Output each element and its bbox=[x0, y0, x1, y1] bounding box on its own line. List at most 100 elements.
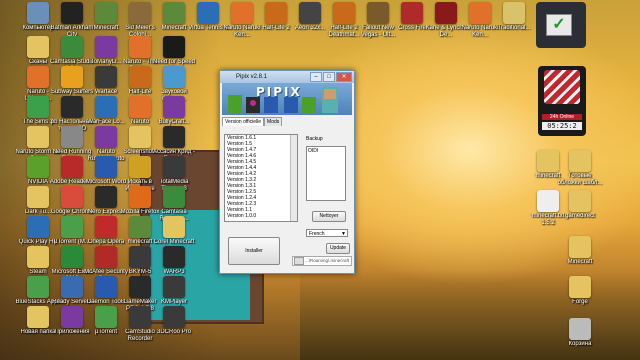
app-icon bbox=[27, 126, 49, 148]
app-icon bbox=[129, 156, 151, 178]
desktop-icon[interactable]: Готовые обложки шабл... bbox=[557, 150, 603, 187]
close-button[interactable]: ✕ bbox=[336, 72, 352, 82]
folder-icon bbox=[537, 190, 559, 212]
maximize-button[interactable]: □ bbox=[323, 72, 335, 82]
tab-official-version[interactable]: Version officielle bbox=[222, 117, 265, 126]
update-button[interactable]: Update bbox=[326, 243, 350, 254]
app-icon bbox=[95, 156, 117, 178]
version-list-item[interactable]: Version 1.0.0 bbox=[225, 213, 297, 219]
clock-gadget[interactable]: 24h Online 05:25:2 bbox=[538, 66, 586, 136]
tab-bar: Version officielle Mods bbox=[222, 117, 352, 126]
desktop-icon-label: Готовые обложки шабл... bbox=[557, 173, 603, 186]
minecraft-path-value: ...\Roaming\.minecraft bbox=[305, 258, 350, 264]
app-icon bbox=[27, 2, 49, 24]
desktop-icon[interactable]: WARP3 bbox=[151, 246, 197, 276]
app-icon bbox=[129, 246, 151, 268]
desktop-icon-label: Forge bbox=[572, 299, 588, 305]
folder-icon bbox=[569, 276, 591, 298]
app-icon bbox=[61, 246, 83, 268]
desktop-icon[interactable]: 3DCRoo Pro bbox=[151, 306, 197, 336]
desktop-icon[interactable]: KMPlayer bbox=[151, 276, 197, 306]
app-icon bbox=[27, 186, 49, 208]
app-icon bbox=[61, 216, 83, 238]
app-icon bbox=[163, 216, 185, 238]
app-icon bbox=[129, 306, 151, 328]
browse-folder-icon[interactable] bbox=[294, 257, 304, 265]
app-icon bbox=[27, 216, 49, 238]
app-icon bbox=[95, 96, 117, 118]
clock-face-icon bbox=[544, 70, 580, 104]
app-icon bbox=[61, 186, 83, 208]
minecraft-path-field[interactable]: ...\Roaming\.minecraft bbox=[292, 256, 352, 266]
app-icon bbox=[61, 96, 83, 118]
app-icon bbox=[95, 126, 117, 148]
app-icon bbox=[129, 36, 151, 58]
app-icon bbox=[27, 66, 49, 88]
desktop-icon-label: 3DCRoo Pro bbox=[156, 329, 191, 335]
app-icon bbox=[61, 126, 83, 148]
app-icon bbox=[129, 96, 151, 118]
language-select[interactable]: French ▼ bbox=[306, 229, 348, 237]
app-icon bbox=[129, 216, 151, 238]
app-icon bbox=[27, 276, 49, 298]
app-icon bbox=[163, 126, 185, 148]
pipix-banner: PIPIX bbox=[222, 83, 352, 115]
app-icon bbox=[129, 276, 151, 298]
folder-icon bbox=[569, 190, 591, 212]
minimize-button[interactable]: – bbox=[310, 72, 322, 82]
version-list[interactable]: Version 1.6.1 Version 1.5 Version 1.4.7 Ver… bbox=[224, 134, 298, 222]
app-icon bbox=[265, 2, 287, 24]
app-icon bbox=[163, 2, 185, 24]
desktop-icon-label: gamedirect bbox=[565, 213, 595, 219]
backup-list[interactable]: OIDI bbox=[306, 146, 346, 201]
app-icon bbox=[61, 306, 83, 328]
window-titlebar[interactable]: Pipix v2.8.1 – □ ✕ bbox=[220, 71, 354, 83]
desktop-icon[interactable]: Corel Minecraft bbox=[151, 216, 197, 246]
app-icon bbox=[61, 36, 83, 58]
pipix-window[interactable]: Pipix v2.8.1 – □ ✕ PIPIX Version officie… bbox=[219, 70, 355, 274]
install-button[interactable]: Installer bbox=[228, 237, 280, 265]
desktop-icon[interactable]: Forge bbox=[557, 276, 603, 306]
app-icon bbox=[61, 156, 83, 178]
app-icon bbox=[367, 2, 389, 24]
app-icon bbox=[163, 96, 185, 118]
tab-mods[interactable]: Mods bbox=[264, 117, 283, 126]
desktop-icon[interactable]: Minecraft bbox=[557, 236, 603, 266]
app-icon bbox=[61, 276, 83, 298]
desktop-icon[interactable]: Корзина bbox=[557, 318, 603, 348]
app-icon bbox=[163, 276, 185, 298]
app-icon bbox=[197, 2, 219, 24]
desktop-icon[interactable]: gamedirect bbox=[557, 190, 603, 220]
app-icon bbox=[95, 216, 117, 238]
version-list-scrollbar[interactable] bbox=[290, 135, 297, 221]
folder-icon bbox=[569, 150, 591, 172]
app-icon bbox=[27, 36, 49, 58]
clock-time: 05:25:2 bbox=[542, 122, 582, 130]
banner-characters-icon bbox=[228, 87, 338, 113]
chevron-down-icon: ▼ bbox=[341, 231, 346, 237]
desktop-icon[interactable]: BullyCraft... bbox=[151, 96, 197, 126]
app-icon bbox=[129, 2, 151, 24]
app-icon bbox=[95, 66, 117, 88]
desktop-icon-label: WARP3 bbox=[163, 269, 185, 275]
desktop-icon-label: Corel Minecraft bbox=[153, 239, 195, 245]
desktop-icon-label: Minecraft bbox=[567, 259, 593, 265]
app-icon bbox=[163, 66, 185, 88]
app-icon bbox=[129, 186, 151, 208]
backup-item[interactable]: OIDI bbox=[308, 148, 344, 154]
app-icon bbox=[27, 306, 49, 328]
app-icon bbox=[129, 66, 151, 88]
desktop-icon-label: BullyCraft... bbox=[158, 119, 190, 125]
nettoyer-button[interactable]: Nettoyer bbox=[312, 211, 346, 222]
app-icon bbox=[163, 186, 185, 208]
app-icon bbox=[95, 2, 117, 24]
app-icon bbox=[163, 156, 185, 178]
desktop-icon[interactable]: Traditional... bbox=[491, 2, 537, 32]
app-icon bbox=[61, 66, 83, 88]
app-icon bbox=[503, 2, 525, 24]
app-icon bbox=[95, 276, 117, 298]
folder-icon bbox=[569, 236, 591, 258]
app-icon bbox=[95, 246, 117, 268]
app-icon bbox=[27, 156, 49, 178]
folder-icon bbox=[569, 318, 591, 340]
